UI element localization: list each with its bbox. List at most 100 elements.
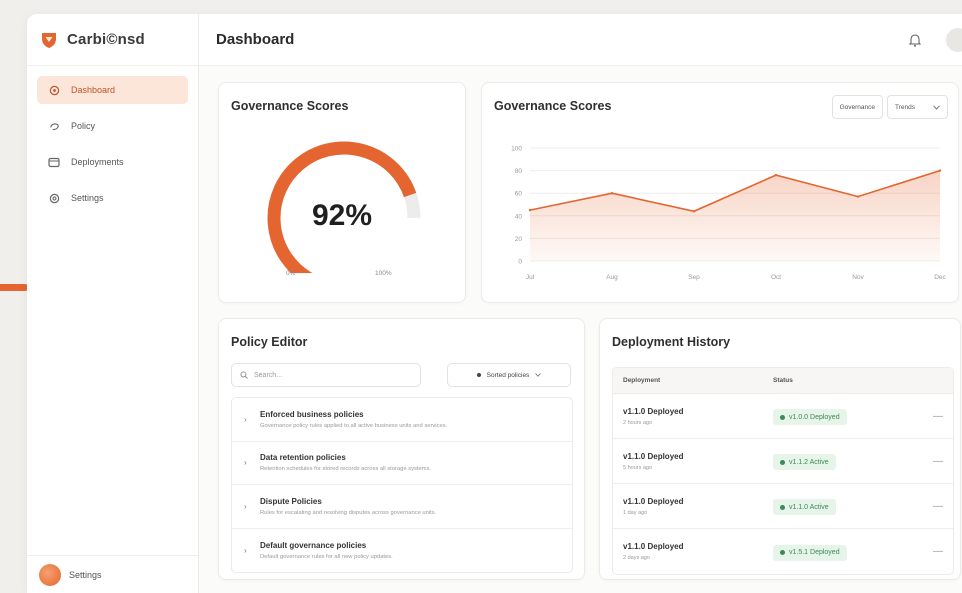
avatar xyxy=(39,563,61,586)
search-icon xyxy=(240,371,248,379)
gauge-value: 92% xyxy=(311,199,373,232)
user-avatar[interactable] xyxy=(946,28,962,52)
sidebar-item-label: Settings xyxy=(71,193,104,203)
chevron-right-icon: › xyxy=(244,414,247,424)
deployment-history-card: Deployment History Deployment Status v1.… xyxy=(599,318,961,580)
area-fill xyxy=(530,170,940,261)
deployments-icon xyxy=(47,155,61,169)
main-content: Dashboard Governance Scores 92% 0% 100% … xyxy=(199,14,962,593)
brand[interactable]: Carbi©nsd xyxy=(27,14,198,66)
row-menu-button[interactable]: — xyxy=(923,501,953,512)
chevron-right-icon: › xyxy=(244,458,247,468)
x-tick-label: Dec xyxy=(934,274,946,281)
x-tick-label: Oct xyxy=(771,274,781,281)
policy-name: Data retention policies xyxy=(260,453,346,463)
policy-row[interactable]: › Data retention policies Retention sche… xyxy=(232,442,572,485)
status-badge: v1.1.2 Active xyxy=(773,454,836,471)
chevron-right-icon: › xyxy=(244,501,247,511)
sidebar-footer-label: Settings xyxy=(69,569,102,580)
policy-description: Retention schedules for stored records a… xyxy=(260,466,432,473)
table-header: Deployment Status xyxy=(613,368,953,394)
policy-row[interactable]: › Default governance policies Default go… xyxy=(232,529,572,573)
sidebar-item-dashboard[interactable]: Dashboard xyxy=(37,76,188,104)
gauge-card-title: Governance Scores xyxy=(231,99,349,113)
x-tick-label: Nov xyxy=(852,274,864,281)
column-header-status[interactable]: Status xyxy=(773,377,953,384)
search-placeholder: Search... xyxy=(254,371,283,379)
policy-card-title: Policy Editor xyxy=(231,335,308,349)
policy-name: Default governance policies xyxy=(260,540,367,550)
y-tick-label: 100 xyxy=(511,146,522,153)
sidebar-footer[interactable]: Settings xyxy=(27,555,198,593)
status-dot-icon xyxy=(780,550,785,556)
sidebar-item-label: Policy xyxy=(71,121,96,131)
policy-description: Governance policy rules applied to all a… xyxy=(260,422,448,429)
deployment-time: 2 hours ago xyxy=(623,419,653,426)
table-row[interactable]: v1.1.0 Deployed 5 hours ago v1.1.2 Activ… xyxy=(613,439,953,484)
sidebar-item-settings[interactable]: Settings xyxy=(37,184,188,212)
window-edge-accent xyxy=(0,284,28,291)
filter-dot-icon xyxy=(476,373,481,377)
status-badge: v1.0.0 Deployed xyxy=(773,409,847,426)
bell-icon[interactable] xyxy=(908,32,922,48)
deployment-time: 1 day ago xyxy=(623,509,648,516)
topbar: Dashboard xyxy=(199,14,962,66)
y-tick-label: 20 xyxy=(515,236,523,243)
table-row[interactable]: v1.1.0 Deployed 1 day ago v1.1.0 Active … xyxy=(613,484,953,529)
deployment-version: v1.1.0 Deployed xyxy=(623,542,684,551)
policy-description: Rules for escalating and resolving dispu… xyxy=(260,509,437,516)
policy-row[interactable]: › Dispute Policies Rules for escalating … xyxy=(232,485,572,529)
chart-controls: Governance Trends xyxy=(831,95,948,119)
status-dot-icon xyxy=(780,459,785,465)
policy-name: Dispute Policies xyxy=(260,496,322,506)
data-point xyxy=(610,192,614,195)
chart-range-select[interactable]: Trends xyxy=(887,95,948,119)
policy-icon xyxy=(47,119,61,133)
column-header-deployment[interactable]: Deployment xyxy=(613,377,773,384)
chart-card-title: Governance Scores xyxy=(494,99,612,113)
data-point xyxy=(774,173,778,177)
status-badge-label: v1.1.2 Active xyxy=(789,458,829,466)
status-dot-icon xyxy=(780,414,785,420)
data-point xyxy=(938,169,942,172)
dashboard-icon xyxy=(47,83,61,97)
app-window: Carbi©nsd Dashboard Policy Deployments S… xyxy=(27,14,962,593)
data-point xyxy=(692,210,696,213)
policy-filter-button[interactable]: Sorted policies xyxy=(447,363,571,387)
sidebar-item-policy[interactable]: Policy xyxy=(37,112,188,140)
sidebar: Carbi©nsd Dashboard Policy Deployments S… xyxy=(27,14,199,593)
deployment-time: 5 hours ago xyxy=(623,464,653,471)
row-menu-button[interactable]: — xyxy=(923,456,953,467)
policy-search-input[interactable]: Search... xyxy=(231,363,421,387)
row-menu-button[interactable]: — xyxy=(923,546,953,557)
sidebar-item-label: Dashboard xyxy=(71,85,116,95)
policy-description: Default governance rules for all new pol… xyxy=(260,553,393,560)
row-menu-button[interactable]: — xyxy=(923,411,953,422)
governance-trend-card: 100 80 60 40 20 0 Jul Aug Sep Oct Nov Dec Governanc… xyxy=(481,82,959,303)
sidebar-item-label: Deployments xyxy=(71,157,124,167)
gauge-min-label: 0% xyxy=(286,270,296,277)
sidebar-nav: Dashboard Policy Deployments Settings xyxy=(27,66,198,222)
chart-metric-select[interactable]: Governance xyxy=(831,95,883,119)
deployment-version: v1.1.0 Deployed xyxy=(623,406,684,416)
chevron-right-icon: › xyxy=(244,545,247,555)
sidebar-item-deployments[interactable]: Deployments xyxy=(37,148,188,176)
status-dot-icon xyxy=(780,504,785,510)
x-tick-label: Aug xyxy=(606,274,618,281)
filter-label: Sorted policies xyxy=(486,371,530,379)
chart-metric-label: Governance xyxy=(839,103,875,111)
table-row[interactable]: v1.1.0 Deployed 2 days ago v1.5.1 Deploy… xyxy=(613,529,953,574)
y-tick-label: 0 xyxy=(518,259,522,266)
deployment-time: 2 days ago xyxy=(623,555,650,561)
x-tick-label: Jul xyxy=(526,274,535,281)
chevron-down-icon xyxy=(535,373,542,377)
status-badge: v1.5.1 Deployed xyxy=(773,544,847,561)
chart-range-label: Trends xyxy=(895,103,915,111)
y-tick-label: 80 xyxy=(515,168,523,175)
table-row[interactable]: v1.1.0 Deployed 2 hours ago v1.0.0 Deplo… xyxy=(613,394,953,439)
status-badge-label: v1.5.1 Deployed xyxy=(789,549,840,557)
status-badge: v1.1.0 Active xyxy=(773,499,836,516)
policy-row[interactable]: › Enforced business policies Governance … xyxy=(232,398,572,442)
page-title: Dashboard xyxy=(216,31,295,48)
deployment-version: v1.1.0 Deployed xyxy=(623,451,684,461)
